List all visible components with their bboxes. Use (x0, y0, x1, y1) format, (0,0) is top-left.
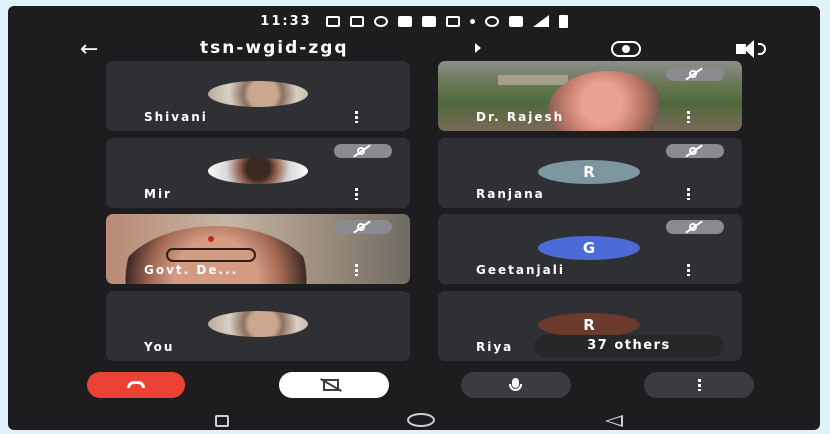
participant-tile[interactable]: R Riya 37 others (438, 291, 742, 361)
speaker-icon[interactable] (736, 40, 754, 58)
phone-screen: 11:33 ← tsn-wgid-zgq Shivani Dr. Rajesh … (8, 6, 820, 430)
more-vert-icon[interactable] (355, 264, 358, 276)
avatar (208, 311, 308, 337)
avatar (208, 81, 308, 107)
battery-icon (558, 14, 568, 28)
signal-icon (532, 15, 549, 27)
camera-toggle-button[interactable] (279, 372, 389, 398)
notification-icon (445, 15, 460, 27)
participant-name: Dr. Rajesh (476, 110, 565, 124)
status-time: 11:33 (260, 13, 312, 29)
mic-off-icon (334, 144, 392, 158)
mic-off-icon (666, 67, 724, 81)
notification-icon (373, 15, 388, 27)
others-count-badge[interactable]: 37 others (534, 335, 724, 357)
status-bar: 11:33 (8, 6, 820, 36)
video-feed (166, 248, 256, 262)
notification-icon (325, 15, 340, 27)
notification-icon (349, 15, 364, 27)
avatar: G (538, 236, 640, 260)
mic-off-icon (334, 220, 392, 234)
back-nav-icon[interactable] (605, 415, 623, 427)
participant-name: Ranjana (476, 187, 545, 201)
more-vert-icon[interactable] (355, 111, 358, 123)
dot-icon (469, 18, 475, 24)
status-icons (325, 14, 568, 28)
participant-name: Riya (476, 340, 514, 354)
participant-tile[interactable]: R Ranjana (438, 138, 742, 208)
notification-icon (421, 15, 436, 27)
more-vert-icon[interactable] (687, 188, 690, 200)
chevron-right-icon[interactable] (475, 43, 481, 53)
participant-tile[interactable]: Mir (106, 138, 410, 208)
more-vert-icon[interactable] (687, 111, 690, 123)
back-arrow-icon[interactable]: ← (80, 38, 98, 62)
participant-tile[interactable]: Shivani (106, 61, 410, 131)
participant-tile[interactable]: Dr. Rajesh (438, 61, 742, 131)
avatar (208, 158, 308, 184)
avatar: R (538, 313, 640, 337)
more-options-button[interactable] (644, 372, 754, 398)
mic-off-icon (666, 220, 724, 234)
notification-icon (397, 15, 412, 27)
end-call-button[interactable] (87, 372, 185, 398)
participant-tile[interactable]: G Geetanjali (438, 214, 742, 284)
participant-tile[interactable]: You (106, 291, 410, 361)
more-vert-icon[interactable] (687, 264, 690, 276)
mic-toggle-button[interactable] (461, 372, 571, 398)
participant-name: Geetanjali (476, 263, 565, 277)
participant-name: Shivani (144, 110, 208, 124)
more-vert-icon[interactable] (355, 188, 358, 200)
hotspot-icon (484, 15, 499, 27)
video-feed (498, 75, 568, 85)
participant-name: Mir (144, 187, 172, 201)
avatar: R (538, 160, 640, 184)
participant-name: Govt. De... (144, 263, 239, 277)
speaker-wave-icon (758, 43, 766, 55)
participant-name: You (144, 340, 175, 354)
switch-camera-icon[interactable] (611, 41, 641, 57)
mic-off-icon (666, 144, 724, 158)
home-icon[interactable] (407, 413, 435, 427)
participant-tile[interactable]: Govt. De... (106, 214, 410, 284)
network-icon (508, 15, 523, 27)
meeting-code[interactable]: tsn-wgid-zgq (200, 38, 349, 58)
video-feed (208, 236, 214, 242)
recents-icon[interactable] (215, 415, 229, 427)
